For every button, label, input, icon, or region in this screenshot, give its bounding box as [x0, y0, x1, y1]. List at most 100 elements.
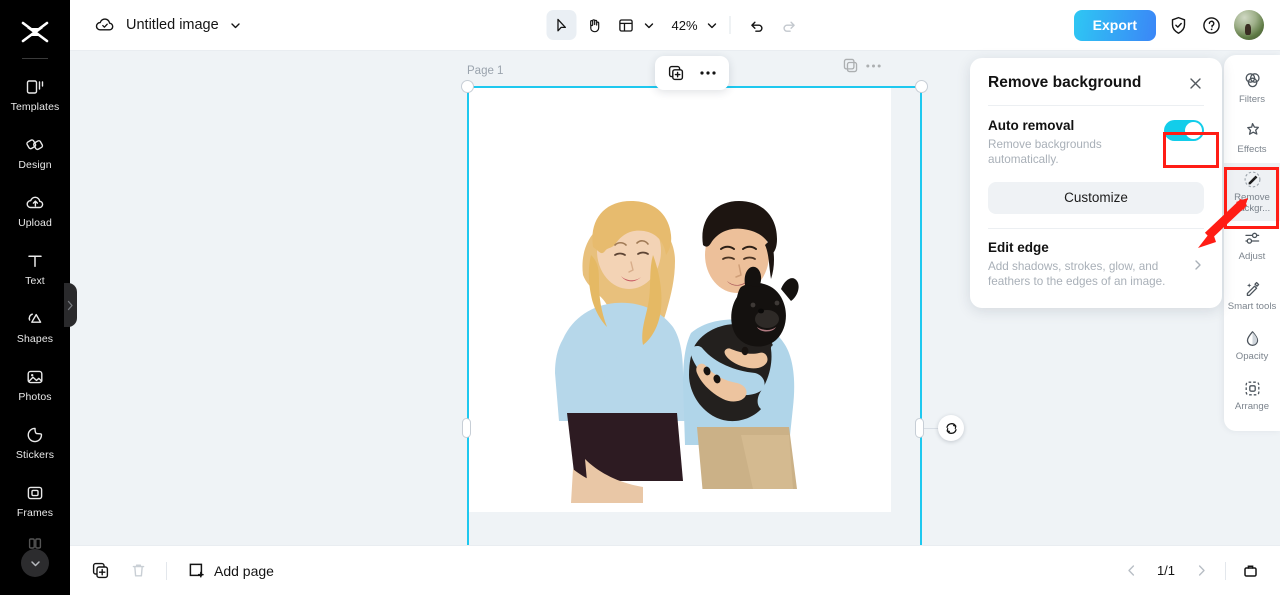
next-page-button[interactable]: [1187, 557, 1215, 585]
cloud-saved-icon[interactable]: [94, 15, 116, 35]
topbar-right-group: Export: [1073, 9, 1264, 41]
object-toolbar-secondary: [842, 57, 882, 74]
right-item-filters[interactable]: Filters: [1224, 63, 1280, 113]
right-label-smart-tools: Smart tools: [1227, 301, 1277, 313]
resize-handle-right-middle[interactable]: [915, 418, 924, 438]
document-title[interactable]: Untitled image: [126, 17, 219, 33]
rotate-icon: [944, 421, 959, 436]
bottombar-right-group: 1/1: [1117, 557, 1264, 585]
layout-grid-icon: [617, 17, 634, 34]
sidebar-item-photos[interactable]: Photos: [0, 355, 70, 413]
help-circle-icon[interactable]: [1201, 15, 1222, 36]
sidebar-item-frames[interactable]: Frames: [0, 471, 70, 529]
sidebar-item-upload[interactable]: Upload: [0, 181, 70, 239]
panel-title: Remove background: [988, 74, 1142, 91]
panel-divider-bottom: [988, 227, 1204, 229]
customize-button[interactable]: Customize: [988, 181, 1204, 214]
bottombar-divider: [166, 561, 167, 580]
add-page-label: Add page: [214, 562, 274, 579]
cursor-arrow-icon: [553, 17, 570, 34]
add-page-icon: [187, 561, 206, 580]
pages-panel-button[interactable]: [1236, 557, 1264, 585]
rail-divider: [22, 58, 48, 59]
layout-dropdown-caret-icon[interactable]: [642, 19, 655, 32]
duplicate-page-button[interactable]: [86, 557, 114, 585]
sidebar-item-shapes[interactable]: Shapes: [0, 297, 70, 355]
panel-divider-top: [988, 105, 1204, 106]
sidebar-label-photos: Photos: [18, 390, 52, 403]
sidebar-item-design[interactable]: Design: [0, 123, 70, 181]
selected-image-object[interactable]: [545, 159, 853, 503]
panel-header: Remove background: [988, 74, 1204, 92]
more-options-ghost-icon[interactable]: [865, 63, 882, 69]
sidebar-item-stickers[interactable]: Stickers: [0, 413, 70, 471]
page-canvas[interactable]: [468, 87, 891, 512]
filters-icon: [1242, 71, 1262, 91]
previous-page-button[interactable]: [1117, 557, 1145, 585]
left-sidebar: Templates Design Upload Text Shapes Phot…: [0, 0, 70, 595]
ellipsis-icon: [699, 70, 717, 76]
right-item-smart-tools[interactable]: Smart tools: [1224, 271, 1280, 321]
sidebar-item-text[interactable]: Text: [0, 239, 70, 297]
page-label: Page 1: [467, 65, 504, 77]
sidebar-label-stickers: Stickers: [15, 448, 55, 461]
panel-expand-handle[interactable]: [64, 283, 77, 327]
effects-icon: [1242, 121, 1262, 141]
zoom-dropdown-caret-icon[interactable]: [706, 19, 719, 32]
sidebar-collapse-button[interactable]: [21, 549, 49, 577]
sidebar-label-shapes: Shapes: [16, 332, 54, 345]
stickers-icon: [24, 424, 46, 446]
more-options-button[interactable]: [693, 59, 723, 87]
resize-handle-top-right[interactable]: [915, 80, 928, 93]
capcut-logo[interactable]: [0, 10, 70, 54]
toolbar-divider: [729, 16, 731, 34]
sidebar-label-text: Text: [25, 274, 45, 287]
edit-edge-row[interactable]: Edit edge Add shadows, strokes, glow, an…: [988, 240, 1204, 290]
trash-icon: [129, 561, 148, 580]
zoom-level-value[interactable]: 42%: [665, 18, 703, 33]
remove-background-icon: [1242, 169, 1262, 189]
shield-check-icon[interactable]: [1168, 15, 1189, 36]
right-item-arrange[interactable]: Arrange: [1224, 371, 1280, 421]
auto-removal-text: Auto removal Remove backgrounds automati…: [988, 118, 1148, 168]
right-item-opacity[interactable]: Opacity: [1224, 321, 1280, 371]
right-label-filters: Filters: [1238, 93, 1266, 105]
hand-tool-button[interactable]: [578, 10, 608, 40]
export-button[interactable]: Export: [1073, 9, 1156, 41]
capcut-editor-window: Templates Design Upload Text Shapes Phot…: [0, 0, 1280, 595]
sidebar-label-frames: Frames: [16, 506, 54, 519]
select-tool-button[interactable]: [546, 10, 577, 40]
duplicate-layer-button[interactable]: [661, 59, 691, 87]
add-page-button[interactable]: Add page: [181, 557, 280, 584]
smart-tools-icon: [1242, 278, 1262, 298]
title-dropdown-caret-icon[interactable]: [229, 19, 242, 32]
bottombar-divider-right: [1225, 561, 1226, 580]
text-icon: [24, 250, 46, 272]
edit-edge-label: Edit edge: [988, 239, 1049, 255]
user-avatar[interactable]: [1234, 10, 1264, 40]
toggle-knob: [1185, 122, 1202, 139]
right-sidebar: Filters Effects Remove backgr... Adjust: [1224, 55, 1280, 431]
edit-edge-text: Edit edge Add shadows, strokes, glow, an…: [988, 240, 1184, 290]
right-label-adjust: Adjust: [1238, 251, 1266, 263]
redo-button[interactable]: [774, 10, 804, 40]
delete-page-button[interactable]: [124, 557, 152, 585]
templates-icon: [24, 76, 46, 98]
undo-button[interactable]: [742, 10, 772, 40]
bottom-toolbar: Add page 1/1: [70, 545, 1280, 595]
auto-removal-toggle[interactable]: [1164, 120, 1204, 141]
sidebar-item-templates[interactable]: Templates: [0, 65, 70, 123]
rotate-handle[interactable]: [938, 415, 964, 441]
duplicate-layer-ghost-icon[interactable]: [842, 57, 859, 74]
resize-handle-top-left[interactable]: [461, 80, 474, 93]
right-item-adjust[interactable]: Adjust: [1224, 221, 1280, 271]
layout-tool-button[interactable]: [610, 10, 640, 40]
right-item-remove-background[interactable]: Remove backgr...: [1224, 163, 1280, 221]
resize-handle-left-middle[interactable]: [462, 418, 471, 438]
right-label-remove-background: Remove backgr...: [1233, 192, 1271, 215]
right-item-effects[interactable]: Effects: [1224, 113, 1280, 163]
pages-panel-icon: [1241, 561, 1260, 580]
close-panel-button[interactable]: [1186, 74, 1204, 92]
right-label-effects: Effects: [1237, 143, 1267, 155]
shapes-icon: [24, 308, 46, 330]
